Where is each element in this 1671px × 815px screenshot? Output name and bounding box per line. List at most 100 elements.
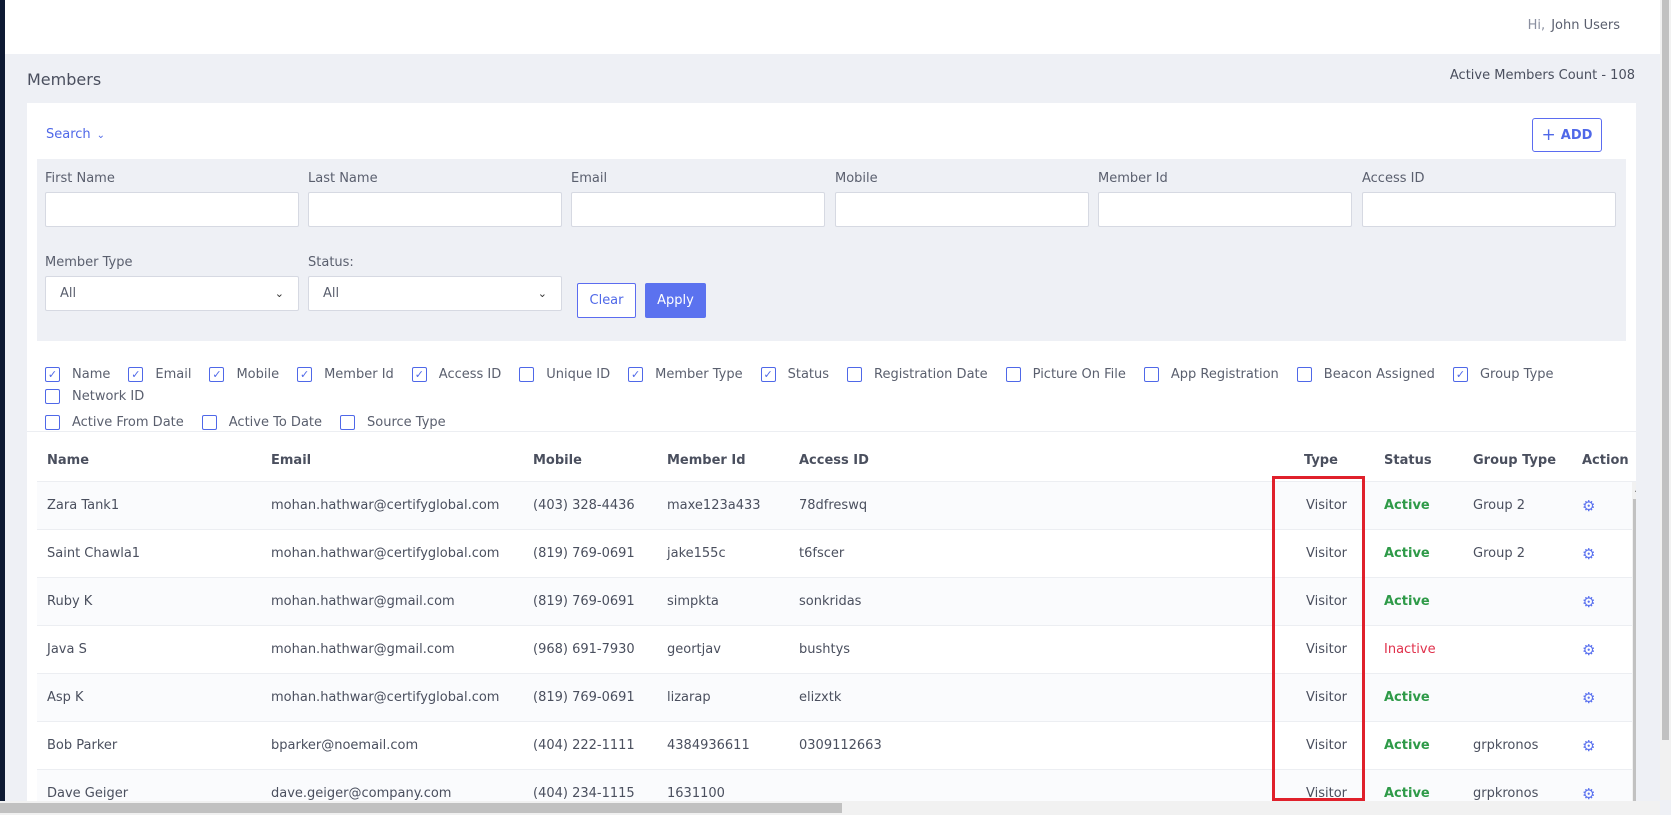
scroll-up-arrow-icon[interactable]: ▲	[1635, 484, 1636, 493]
column-toggle[interactable]: Active To Date	[201, 413, 322, 431]
checkbox-checked-icon[interactable]: ✓	[760, 366, 776, 382]
checkbox-checked-icon[interactable]: ✓	[1452, 366, 1468, 382]
column-toggle-list: ✓ Name ✓ Email ✓ Mobile ✓ Member Id ✓ Access ID Un…	[45, 365, 1605, 431]
user-greeting[interactable]: Hi, John Users	[1528, 18, 1620, 33]
cell-type: Visitor	[1306, 786, 1347, 801]
status-label: Status:	[308, 255, 354, 270]
last-name-input[interactable]	[308, 192, 562, 227]
column-toggle-label: Status	[787, 366, 830, 382]
checkbox-icon[interactable]	[1296, 366, 1312, 382]
table-row[interactable]: Saint Chawla1 mohan.hathwar@certifyglobal…	[37, 530, 1636, 578]
cell-type: Visitor	[1306, 738, 1347, 753]
column-toggle-label: Name	[72, 366, 111, 382]
table-row[interactable]: Asp K mohan.hathwar@certifyglobal.com (819…	[37, 674, 1636, 722]
checkbox-checked-icon[interactable]: ✓	[297, 366, 313, 382]
header-member-id[interactable]: Member Id	[657, 453, 789, 468]
status-select[interactable]: All ⌄	[308, 276, 562, 311]
header-type[interactable]: Type	[1294, 453, 1374, 468]
header-access-id[interactable]: Access ID	[789, 453, 1294, 468]
checkbox-checked-icon[interactable]: ✓	[411, 366, 427, 382]
plus-icon: +	[1541, 125, 1556, 145]
header-mobile[interactable]: Mobile	[523, 453, 657, 468]
column-toggle[interactable]: ✓ Access ID	[411, 365, 501, 383]
apply-button[interactable]: Apply	[645, 283, 706, 318]
column-toggle[interactable]: ✓ Group Type	[1452, 365, 1554, 383]
cell-email: mohan.hathwar@certifyglobal.com	[271, 498, 500, 513]
cell-mobile: (819) 769-0691	[533, 594, 635, 609]
column-toggle[interactable]: App Registration	[1143, 365, 1279, 383]
column-toggle[interactable]: Picture On File	[1005, 365, 1126, 383]
cell-action: ⚙	[1572, 689, 1632, 707]
gear-icon[interactable]: ⚙	[1582, 737, 1595, 755]
checkbox-checked-icon[interactable]: ✓	[628, 366, 644, 382]
column-toggle[interactable]: Beacon Assigned	[1296, 365, 1435, 383]
table-row[interactable]: Bob Parker bparker@noemail.com (404) 222-1…	[37, 722, 1636, 770]
mobile-input[interactable]	[835, 192, 1089, 227]
horizontal-scroll-thumb[interactable]	[0, 803, 842, 813]
column-toggle[interactable]: Unique ID	[519, 365, 610, 383]
checkbox-icon[interactable]	[201, 414, 217, 430]
checkbox-icon[interactable]	[45, 414, 60, 430]
gear-icon[interactable]: ⚙	[1582, 689, 1595, 707]
add-member-button[interactable]: + ADD	[1532, 118, 1602, 152]
access-id-input[interactable]	[1362, 192, 1616, 227]
checkbox-icon[interactable]	[1005, 366, 1021, 382]
cell-status: Active	[1384, 690, 1430, 705]
table-scroll-thumb[interactable]	[1633, 499, 1636, 815]
gear-icon[interactable]: ⚙	[1582, 593, 1595, 611]
column-toggle[interactable]: ✓ Member Id	[297, 365, 394, 383]
checkbox-checked-icon[interactable]: ✓	[45, 366, 60, 382]
column-toggle[interactable]: ✓ Mobile	[209, 365, 279, 383]
table-row[interactable]: Zara Tank1 mohan.hathwar@certifyglobal.co…	[37, 482, 1636, 530]
checkbox-icon[interactable]	[847, 366, 863, 382]
table-body-viewport: Zara Tank1 mohan.hathwar@certifyglobal.co…	[37, 482, 1636, 815]
page-vertical-scrollbar[interactable]	[1660, 0, 1671, 800]
cell-action: ⚙	[1572, 785, 1632, 803]
cell-name: Saint Chawla1	[47, 546, 141, 561]
column-toggle[interactable]: Network ID	[45, 387, 144, 405]
column-toggle[interactable]: Active From Date	[45, 413, 184, 431]
column-toggle-label: Group Type	[1479, 366, 1554, 382]
gear-icon[interactable]: ⚙	[1582, 785, 1595, 803]
column-toggle[interactable]: Registration Date	[847, 365, 988, 383]
checkbox-icon[interactable]	[519, 366, 535, 382]
member-type-select[interactable]: All ⌄	[45, 276, 299, 311]
page-scroll-thumb[interactable]	[1662, 0, 1669, 740]
access-id-field: Access ID	[1362, 171, 1616, 227]
column-toggle-label: Network ID	[72, 388, 145, 404]
header-group-type[interactable]: Group Type	[1463, 453, 1572, 468]
email-input[interactable]	[571, 192, 825, 227]
column-toggle[interactable]: ✓ Name	[45, 365, 110, 383]
checkbox-icon[interactable]	[45, 388, 60, 404]
access-id-label: Access ID	[1362, 171, 1425, 186]
clear-button[interactable]: Clear	[577, 283, 636, 318]
search-toggle[interactable]: Search ⌄	[46, 127, 105, 142]
column-toggle[interactable]: ✓ Email	[128, 365, 191, 383]
gear-icon[interactable]: ⚙	[1582, 497, 1595, 515]
header-name[interactable]: Name	[37, 453, 261, 468]
table-row[interactable]: Java S mohan.hathwar@gmail.com (968) 691-7…	[37, 626, 1636, 674]
cell-email: mohan.hathwar@certifyglobal.com	[271, 546, 500, 561]
gear-icon[interactable]: ⚙	[1582, 641, 1595, 659]
cell-action: ⚙	[1572, 641, 1632, 659]
header-email[interactable]: Email	[261, 453, 523, 468]
cell-access-id: t6fscer	[799, 546, 845, 561]
cell-status: Active	[1384, 786, 1430, 801]
checkbox-icon[interactable]	[340, 414, 355, 430]
checkbox-checked-icon[interactable]: ✓	[209, 366, 225, 382]
gear-icon[interactable]: ⚙	[1582, 545, 1595, 563]
column-toggle[interactable]: ✓ Status	[760, 365, 830, 383]
column-toggle-label: Unique ID	[546, 366, 611, 382]
header-status[interactable]: Status	[1374, 453, 1463, 468]
column-toggle[interactable]: Source Type	[340, 413, 446, 431]
checkbox-checked-icon[interactable]: ✓	[128, 366, 144, 382]
table-vertical-scrollbar[interactable]: ▲	[1632, 482, 1636, 815]
checkbox-icon[interactable]	[1143, 366, 1159, 382]
member-id-input[interactable]	[1098, 192, 1352, 227]
first-name-input[interactable]	[45, 192, 299, 227]
column-toggle[interactable]: ✓ Member Type	[628, 365, 743, 383]
table-row[interactable]: Ruby K mohan.hathwar@gmail.com (819) 769-0…	[37, 578, 1636, 626]
cell-name: Asp K	[47, 690, 84, 705]
cell-email: bparker@noemail.com	[271, 738, 419, 753]
page-horizontal-scrollbar[interactable]	[0, 801, 1660, 815]
